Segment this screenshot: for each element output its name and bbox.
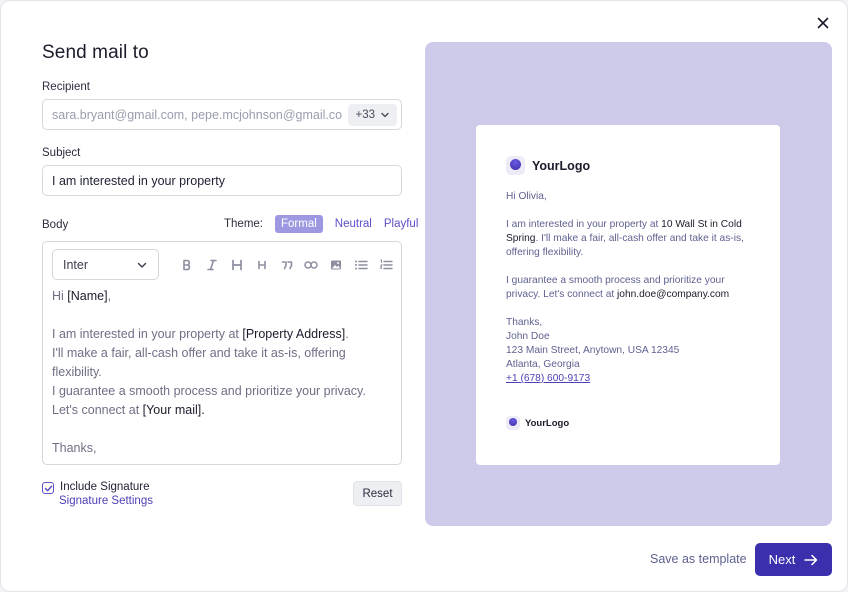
preview-sign-city: Atlanta, Georgia — [506, 359, 580, 370]
preview-footer-logo-text: YourLogo — [525, 417, 570, 429]
bullet-list-icon[interactable] — [349, 256, 374, 274]
recipient-count-dropdown[interactable]: +33 — [348, 104, 397, 126]
format-toolbar — [175, 256, 398, 274]
close-icon[interactable] — [813, 13, 833, 33]
dialog-title: Send mail to — [42, 42, 149, 63]
theme-label: Theme: — [224, 218, 263, 230]
image-icon[interactable] — [324, 256, 349, 274]
chevron-down-icon — [137, 262, 147, 268]
link-icon[interactable] — [299, 256, 324, 274]
body-line-offer: I'll make a fair, all-cash offer and tak… — [52, 346, 346, 379]
email-preview-panel: YourLogo Hi Olivia, I am interested in y… — [425, 42, 832, 526]
next-button-label: Next — [768, 552, 796, 567]
preview-mail: john.doe@company.com — [617, 289, 730, 300]
recipient-label: Recipient — [42, 81, 90, 93]
body-editor[interactable]: Inter Hi [Name], I am interested in your… — [42, 241, 402, 465]
italic-icon[interactable] — [200, 256, 225, 274]
preview-paragraph-2: I guarantee a smooth process and priorit… — [506, 275, 730, 300]
body-content: Hi [Name], I am interested in your prope… — [52, 287, 392, 458]
subject-label: Subject — [42, 147, 81, 159]
body-label: Body — [42, 219, 69, 231]
theme-neutral[interactable]: Neutral — [329, 215, 378, 233]
arrow-right-icon — [804, 554, 818, 565]
preview-greeting: Hi Olivia, — [506, 191, 547, 202]
preview-body: Hi Olivia, I am interested in your prope… — [506, 190, 756, 386]
theme-playful[interactable]: Playful — [384, 215, 425, 233]
reset-button[interactable]: Reset — [353, 481, 402, 506]
theme-selector: Theme: Formal Neutral Playful — [224, 215, 424, 233]
body-line-greeting: Hi [Name], — [52, 289, 112, 303]
logo-icon — [506, 156, 525, 175]
signature-settings-link[interactable]: Signature Settings — [59, 495, 153, 507]
include-signature-checkbox[interactable] — [42, 482, 54, 494]
preview-footer-logo: YourLogo — [506, 416, 569, 430]
preview-paragraph-1: I am interested in your property at 10 W… — [506, 219, 744, 258]
recipient-value: sara.bryant@gmail.com, pepe.mcjohnson@gm… — [52, 107, 342, 122]
chevron-down-icon — [381, 112, 389, 118]
save-as-template-button[interactable]: Save as template — [650, 552, 747, 566]
subject-input[interactable]: I am interested in your property — [42, 165, 402, 196]
address-placeholder: [Property Address] — [242, 327, 346, 341]
next-button[interactable]: Next — [755, 543, 832, 576]
preview-logo: YourLogo — [506, 156, 590, 175]
theme-formal[interactable]: Formal — [275, 215, 323, 233]
bold-icon[interactable] — [175, 256, 200, 274]
logo-icon — [506, 416, 520, 430]
preview-logo-text: YourLogo — [532, 158, 591, 173]
recipient-input[interactable]: sara.bryant@gmail.com, pepe.mcjohnson@gm… — [42, 99, 402, 130]
heading-2-icon[interactable] — [249, 256, 274, 274]
include-signature-row[interactable]: Include Signature — [42, 481, 150, 494]
include-signature-label: Include Signature — [60, 481, 150, 493]
preview-sign-name: John Doe — [506, 331, 550, 342]
preview-sign-address: 123 Main Street, Anytown, USA 12345 — [506, 345, 680, 356]
body-line-interest: I am interested in your property at [Pro… — [52, 327, 349, 341]
email-preview-card: YourLogo Hi Olivia, I am interested in y… — [476, 125, 780, 465]
quote-icon[interactable] — [274, 256, 299, 274]
body-line-connect: Let's connect at [Your mail]. — [52, 403, 205, 417]
heading-1-icon[interactable] — [225, 256, 250, 274]
mail-placeholder: [Your mail]. — [142, 403, 205, 417]
font-select-value: Inter — [63, 257, 89, 272]
send-mail-dialog: Send mail to Recipient sara.bryant@gmail… — [0, 0, 848, 592]
check-icon — [44, 485, 52, 491]
subject-value: I am interested in your property — [52, 173, 225, 188]
preview-sign-phone[interactable]: +1 (678) 600-9173 — [506, 372, 756, 386]
recipient-extra-count: +33 — [355, 109, 375, 121]
preview-sign-thanks: Thanks, — [506, 317, 543, 328]
name-placeholder: [Name] — [67, 289, 108, 303]
body-line-thanks: Thanks, — [52, 441, 97, 455]
body-line-guarantee: I guarantee a smooth process and priorit… — [52, 384, 366, 398]
font-select[interactable]: Inter — [52, 249, 159, 280]
numbered-list-icon[interactable] — [373, 256, 398, 274]
